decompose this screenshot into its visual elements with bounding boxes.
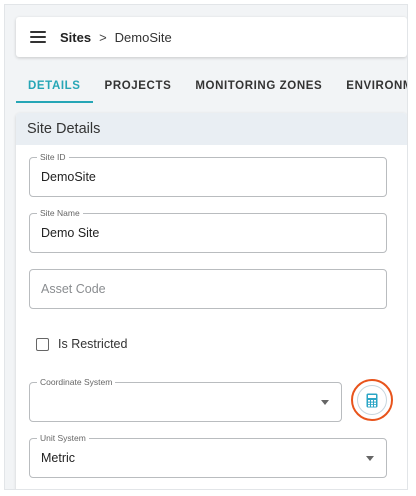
unit-system-select[interactable]: Unit System Metric — [29, 432, 387, 478]
site-details-card: Site Details Site ID DemoSite Site Name … — [16, 113, 407, 489]
card-title: Site Details — [16, 113, 407, 145]
unit-system-label: Unit System — [37, 432, 89, 444]
coordinate-system-label: Coordinate System — [37, 376, 116, 388]
coordinate-system-select[interactable]: Coordinate System — [29, 376, 342, 422]
tab-projects[interactable]: PROJECTS — [93, 67, 184, 105]
site-id-field[interactable]: Site ID DemoSite — [29, 151, 387, 197]
chevron-down-icon[interactable] — [321, 400, 329, 405]
is-restricted-checkbox-row[interactable]: Is Restricted — [36, 337, 127, 351]
asset-code-field[interactable]: Asset Code — [29, 269, 387, 309]
tab-monitoring-zones[interactable]: MONITORING ZONES — [183, 67, 334, 105]
top-bar: Sites > DemoSite — [16, 17, 407, 57]
site-name-value: Demo Site — [41, 226, 100, 240]
is-restricted-checkbox[interactable] — [36, 337, 49, 351]
site-name-label: Site Name — [37, 207, 83, 219]
breadcrumb-separator: > — [99, 29, 107, 45]
site-name-field[interactable]: Site Name Demo Site — [29, 207, 387, 253]
unit-system-value: Metric — [41, 451, 76, 465]
tab-bar: DETAILS PROJECTS MONITORING ZONES ENVIRO… — [16, 67, 407, 105]
breadcrumb-sites[interactable]: Sites — [60, 30, 91, 45]
app-frame: Sites > DemoSite DETAILS PROJECTS MONITO… — [4, 4, 408, 490]
site-id-value: DemoSite — [41, 170, 96, 184]
hamburger-icon[interactable] — [30, 31, 46, 43]
calculator-icon — [366, 393, 378, 407]
calculator-button[interactable] — [357, 385, 387, 415]
asset-code-placeholder: Asset Code — [41, 282, 106, 296]
site-id-label: Site ID — [37, 151, 69, 163]
is-restricted-label: Is Restricted — [58, 337, 128, 351]
calculator-highlight — [351, 379, 393, 421]
chevron-down-icon[interactable] — [366, 456, 374, 461]
breadcrumb-current: DemoSite — [114, 29, 172, 45]
tab-environmental[interactable]: ENVIRONMENTAL — [334, 67, 407, 105]
tab-details[interactable]: DETAILS — [16, 67, 93, 105]
